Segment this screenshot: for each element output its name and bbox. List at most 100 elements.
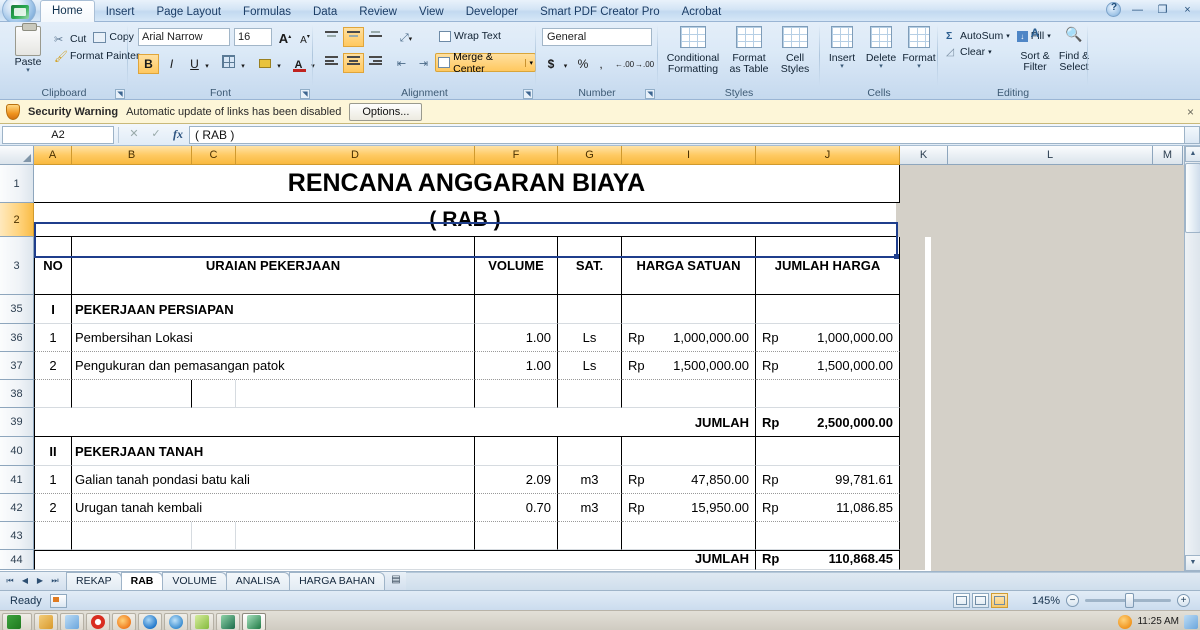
cell-jumlah-harga[interactable] (756, 295, 900, 324)
font-color-icon[interactable]: A (288, 54, 309, 74)
cell-sat[interactable] (558, 380, 622, 408)
cell-c[interactable] (192, 380, 236, 408)
cancel-icon[interactable]: ✕ (123, 126, 145, 144)
accounting-dropdown[interactable]: ▾ (560, 54, 571, 74)
sheet-tab-analisa[interactable]: ANALISA (225, 572, 291, 590)
fill-color-dropdown[interactable]: ▾ (274, 54, 284, 74)
row-header-35[interactable]: 35 (0, 295, 34, 324)
close-button[interactable]: × (1179, 3, 1196, 17)
next-sheet-button[interactable]: ▶ (33, 574, 47, 588)
item-description[interactable]: Pembersihan Lokasi (72, 324, 475, 352)
record-macro-icon[interactable] (49, 593, 67, 608)
insert-cells-button[interactable]: Insert ▾ (824, 26, 860, 70)
accounting-format-button[interactable]: $ (542, 54, 560, 74)
number-format-select[interactable]: General (542, 28, 652, 46)
security-options-button[interactable]: Options... (349, 102, 423, 121)
alignment-dialog-launcher[interactable]: ◥ (523, 89, 533, 99)
top-align-icon[interactable] (321, 27, 342, 47)
column-header-a[interactable]: A (34, 146, 72, 165)
wrap-text-button[interactable]: Wrap Text (437, 29, 503, 43)
header-uraian-pekerjaan[interactable]: URAIAN PEKERJAAN (72, 237, 475, 295)
item-amount[interactable]: Rp 1,000,000.00 (756, 324, 900, 352)
cell-sat[interactable] (558, 437, 622, 466)
increase-indent-icon[interactable]: ⇥ (413, 53, 434, 73)
sheet-tab-rekap[interactable]: REKAP (66, 572, 122, 590)
previous-sheet-button[interactable]: ◀ (18, 574, 32, 588)
cell-no[interactable] (34, 380, 72, 408)
align-left-icon[interactable] (321, 53, 342, 73)
cell-volume[interactable] (475, 522, 558, 550)
item-unit[interactable]: m3 (558, 466, 622, 494)
cell-c[interactable] (192, 522, 236, 550)
cell-harga-satuan[interactable] (622, 295, 756, 324)
number-dialog-launcher[interactable]: ◥ (645, 89, 655, 99)
autosum-button[interactable]: Σ AutoSum ▾ (944, 29, 1012, 43)
first-sheet-button[interactable]: ⏮ (3, 574, 17, 588)
increase-decimal-button[interactable]: ←.00 (614, 54, 634, 74)
comma-format-button[interactable]: , (593, 54, 609, 74)
tab-data[interactable]: Data (302, 2, 348, 22)
orientation-icon[interactable]: ⤢▾ (393, 27, 419, 47)
font-size-input[interactable]: 16 (234, 28, 272, 46)
grow-font-button[interactable]: A▴ (276, 27, 294, 47)
page-break-view-icon[interactable] (991, 593, 1008, 608)
bold-button[interactable]: B (138, 54, 159, 74)
zoom-out-button[interactable]: − (1066, 594, 1079, 607)
cell-jumlah-harga[interactable] (756, 522, 900, 550)
taskbar-item-excel-2[interactable] (242, 612, 266, 630)
enter-icon[interactable]: ✓ (145, 126, 167, 144)
vertical-scrollbar[interactable]: ▲ ▼ (1184, 146, 1200, 571)
item-unit[interactable]: Ls (558, 352, 622, 380)
name-box[interactable]: A2 (2, 125, 114, 144)
taskbar-item-internet-explorer[interactable] (138, 612, 162, 630)
cell-sat[interactable] (558, 295, 622, 324)
insert-worksheet-icon[interactable]: ▤ (386, 574, 406, 590)
cell-sat[interactable] (558, 408, 622, 437)
sheet-tab-volume[interactable]: VOLUME (162, 572, 227, 590)
item-unit-price[interactable]: Rp 1,000,000.00 (622, 324, 756, 352)
cell-b[interactable] (72, 380, 192, 408)
sheet-tab-harga-bahan[interactable]: HARGA BAHAN (289, 572, 385, 590)
row-header-43[interactable]: 43 (0, 522, 34, 550)
item-volume[interactable]: 0.70 (475, 494, 558, 522)
borders-dropdown[interactable]: ▾ (238, 54, 248, 74)
column-header-d[interactable]: D (236, 146, 475, 165)
insert-function-icon[interactable]: fx (167, 126, 189, 144)
paste-dropdown-arrow[interactable]: ▾ (6, 67, 50, 74)
section-numeral[interactable]: II (34, 437, 72, 466)
cell-d[interactable] (236, 522, 475, 550)
tab-view[interactable]: View (408, 2, 455, 22)
scroll-up-button[interactable]: ▲ (1185, 146, 1200, 162)
item-no[interactable]: 1 (34, 466, 72, 494)
row-header-36[interactable]: 36 (0, 324, 34, 352)
item-unit-price[interactable]: Rp 47,850.00 (622, 466, 756, 494)
decrease-decimal-button[interactable]: →.00 (634, 54, 654, 74)
cell-description[interactable] (72, 550, 475, 570)
fill-color-icon[interactable] (254, 54, 275, 74)
underline-dropdown[interactable]: ▾ (202, 54, 212, 74)
item-amount[interactable]: Rp 11,086.85 (756, 494, 900, 522)
help-icon[interactable] (1106, 2, 1121, 17)
column-header-l[interactable]: L (948, 146, 1153, 165)
column-header-c[interactable]: C (192, 146, 236, 165)
tab-acrobat[interactable]: Acrobat (671, 2, 733, 22)
section-total-label[interactable]: JUMLAH (622, 408, 756, 437)
formula-input[interactable]: ( RAB ) (189, 125, 1184, 144)
percent-format-button[interactable]: % (574, 54, 592, 74)
cell-styles-button[interactable]: Cell Styles (774, 26, 816, 75)
taskbar-item-excel-1[interactable] (216, 612, 240, 630)
cell-volume[interactable] (475, 380, 558, 408)
page-layout-view-icon[interactable] (972, 593, 989, 608)
row-header-3[interactable]: 3 (0, 237, 34, 295)
item-unit[interactable]: m3 (558, 494, 622, 522)
cell-volume[interactable] (475, 295, 558, 324)
taskbar-item-folder[interactable] (34, 612, 58, 630)
item-unit-price[interactable]: Rp 1,500,000.00 (622, 352, 756, 380)
normal-view-icon[interactable] (953, 593, 970, 608)
section-title[interactable]: PEKERJAAN TANAH (72, 437, 475, 466)
align-right-icon[interactable] (365, 53, 386, 73)
row-header-38[interactable]: 38 (0, 380, 34, 408)
taskbar-item-firefox[interactable] (112, 612, 136, 630)
horizontal-scrollbar[interactable] (405, 572, 1200, 590)
clipboard-dialog-launcher[interactable]: ◥ (115, 89, 125, 99)
